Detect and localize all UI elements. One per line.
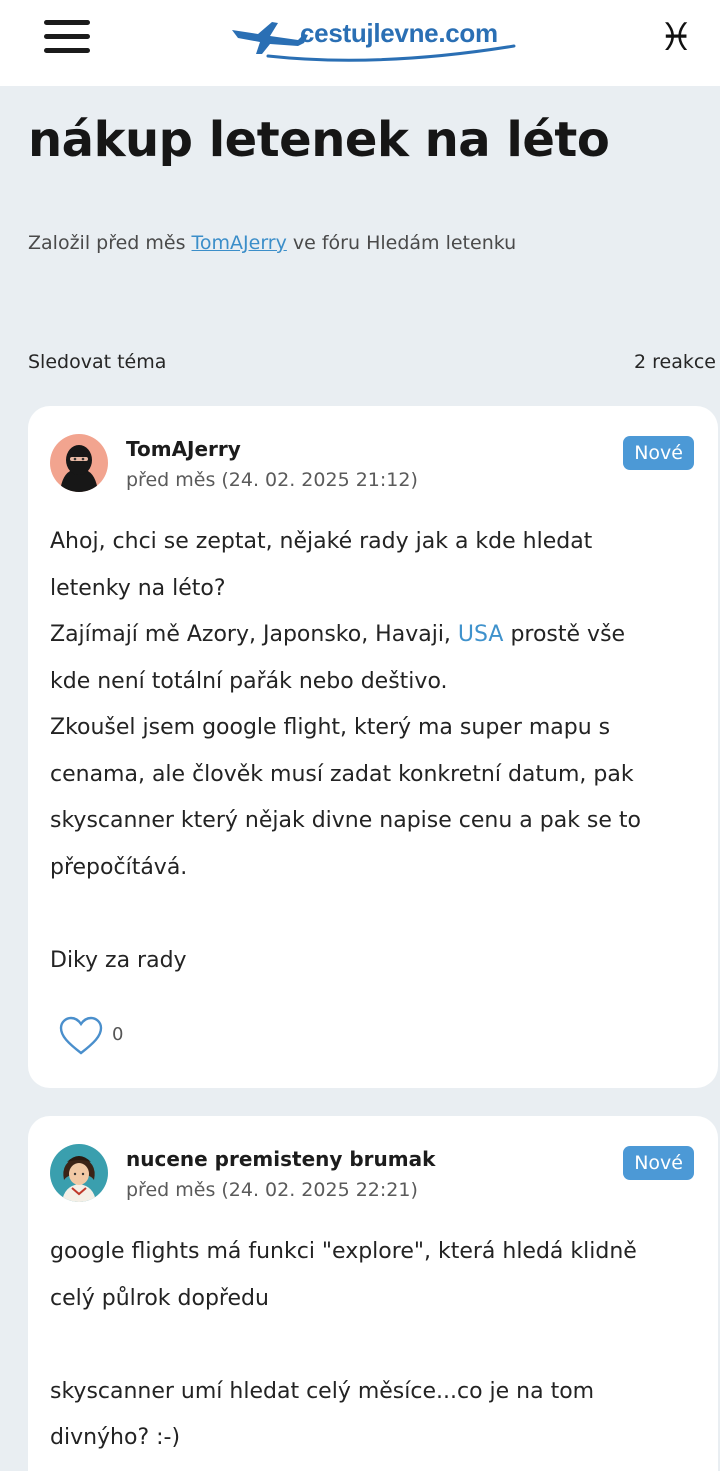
post-line: cenama, ale člověk musí zadat konkretní … [50, 761, 634, 787]
hamburger-menu-icon[interactable] [44, 18, 92, 56]
post-body: Ahoj, chci se zeptat, nějaké rady jak a … [50, 519, 690, 984]
post-line: celý půlrok dopředu [50, 1285, 269, 1311]
follow-topic-button[interactable]: Sledovat téma [28, 351, 166, 373]
post-text: prostě vše [503, 622, 626, 647]
meta-suffix: ve fóru Hledám letenku [286, 232, 517, 254]
pisces-zodiac-icon[interactable]: ♓ [654, 12, 698, 62]
post-line: kde není totální pařák nebo deštivo. [50, 668, 448, 694]
post-body: google flights má funkci "explore", kter… [50, 1229, 690, 1462]
post-card: TomAJerry před měs (24. 02. 2025 21:12) … [28, 406, 718, 1088]
avatar[interactable] [50, 434, 108, 492]
reaction-count: 2 reakce [634, 351, 716, 373]
heart-icon [59, 1016, 103, 1055]
post-line: Ahoj, chci se zeptat, nějaké rady jak a … [50, 529, 593, 554]
post-line: Diky za rady [50, 947, 187, 973]
new-badge: Nové [623, 436, 694, 470]
post-line: skyscanner umí hledat celý měsíce...co j… [50, 1378, 595, 1404]
post-line: přepočítává. [50, 854, 188, 880]
new-badge: Nové [623, 1146, 694, 1180]
post-line: Zkoušel jsem google flight, který ma sup… [50, 715, 611, 740]
post-line: divnýho? :-) [50, 1425, 181, 1450]
post-date: před měs (24. 02. 2025 21:12) [126, 469, 418, 491]
post-text: Zajímají mě Azory, Japonsko, Havaji, [50, 622, 458, 647]
like-count: 0 [112, 1024, 124, 1045]
post-line: Zajímají mě Azory, Japonsko, Havaji, USA… [50, 612, 690, 659]
topic-meta: Založil před měs TomAJerry ve fóru Hledá… [28, 232, 516, 254]
author-link[interactable]: TomAJerry [192, 232, 287, 254]
top-bar: cestujlevne.com ♓ [0, 0, 720, 86]
usa-link[interactable]: USA [458, 622, 504, 647]
post-card: nucene premisteny brumak před měs (24. 0… [28, 1116, 718, 1471]
post-line: skyscanner který nějak divne napise cenu… [50, 808, 642, 833]
like-button[interactable] [58, 1016, 104, 1056]
post-author[interactable]: TomAJerry [126, 437, 241, 461]
post-line: letenky na léto? [50, 575, 226, 601]
logo-text: cestujlevne.com [300, 18, 498, 48]
site-logo[interactable]: cestujlevne.com [228, 8, 528, 64]
post-line: google flights má funkci "explore", kter… [50, 1239, 637, 1264]
meta-prefix: Založil před měs [28, 232, 192, 254]
avatar[interactable] [50, 1144, 108, 1202]
page-title: nákup letenek na léto [28, 112, 610, 168]
post-author[interactable]: nucene premisteny brumak [126, 1147, 435, 1171]
post-date: před měs (24. 02. 2025 22:21) [126, 1179, 418, 1201]
